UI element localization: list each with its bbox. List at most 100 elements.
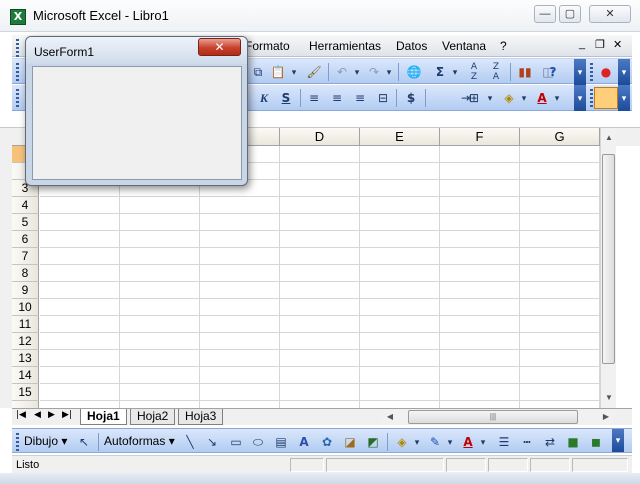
currency-button[interactable]: $ <box>401 88 421 108</box>
scroll-right-icon[interactable]: ▶ <box>600 410 612 424</box>
userform-window[interactable]: UserForm1 ✕ <box>25 36 248 186</box>
toolbar-grip[interactable] <box>16 89 19 107</box>
scroll-up-icon[interactable]: ▲ <box>601 130 617 146</box>
oval-icon[interactable]: ⬭ <box>248 432 268 452</box>
row-header[interactable]: 9 <box>12 282 39 299</box>
row-header[interactable]: 12 <box>12 333 39 350</box>
close-button[interactable]: ✕ <box>589 5 631 23</box>
line-color-icon[interactable]: ✎ <box>425 432 445 452</box>
scroll-down-icon[interactable]: ▼ <box>601 390 617 406</box>
align-left-icon[interactable]: ≡ <box>304 88 324 108</box>
dash-style-icon[interactable]: ┅ <box>517 432 537 452</box>
toolbar-grip[interactable] <box>16 433 19 451</box>
undo-dropdown[interactable]: ▾ <box>352 62 362 82</box>
sheet-tab-hoja2[interactable]: Hoja2 <box>130 409 176 425</box>
toolbar-grip[interactable] <box>590 89 593 107</box>
vertical-scrollbar[interactable]: ▲ ▼ <box>600 128 616 408</box>
grid-toggle-icon[interactable] <box>594 87 618 109</box>
row-header[interactable]: 13 <box>12 350 39 367</box>
sort-asc-icon[interactable]: AZ <box>464 62 484 82</box>
column-header-d[interactable]: D <box>280 128 360 146</box>
menu-datos[interactable]: Datos <box>396 39 427 53</box>
diagram-icon[interactable]: ✿ <box>317 432 337 452</box>
textbox-icon[interactable]: ▤ <box>271 432 291 452</box>
workbook-minimize-button[interactable]: _ <box>579 38 585 50</box>
fill-color-dropdown[interactable]: ▾ <box>412 432 422 452</box>
align-center-icon[interactable]: ≡ <box>327 88 347 108</box>
autosum-icon[interactable]: Σ <box>430 62 450 82</box>
font-color-icon[interactable]: A <box>458 432 478 452</box>
sheet-tab-hoja1[interactable]: Hoja1 <box>80 409 127 425</box>
autosum-dropdown[interactable]: ▾ <box>450 62 460 82</box>
clipart-icon[interactable]: ◪ <box>340 432 360 452</box>
userform-titlebar[interactable]: UserForm1 ✕ <box>26 37 247 64</box>
menu-ventana[interactable]: Ventana <box>442 39 486 53</box>
row-header[interactable]: 10 <box>12 299 39 316</box>
fill-color-icon[interactable]: ◈ <box>392 432 412 452</box>
toolbar-options-icon[interactable]: ▾ <box>618 85 630 111</box>
toolbar-grip[interactable] <box>590 63 593 81</box>
toolbar-grip[interactable] <box>16 63 19 81</box>
chart-wizard-icon[interactable]: ▮▮ <box>515 62 535 82</box>
last-sheet-icon[interactable]: ▶| <box>62 410 72 420</box>
menu-herramientas[interactable]: Herramientas <box>309 39 381 53</box>
userform-client-area[interactable] <box>32 66 242 180</box>
menu-help[interactable]: ? <box>500 39 507 53</box>
dibujo-menu[interactable]: Dibujo ▾ <box>24 434 67 448</box>
format-painter-icon[interactable]: 🖌 <box>304 62 324 82</box>
toolbar-options-icon[interactable]: ▾ <box>612 429 624 452</box>
row-header[interactable]: 11 <box>12 316 39 333</box>
arrow-icon[interactable]: ↘ <box>202 432 222 452</box>
row-header[interactable]: 15 <box>12 384 39 401</box>
line-style-icon[interactable]: ☰ <box>494 432 514 452</box>
row-header[interactable]: 14 <box>12 367 39 384</box>
toolbar-grip[interactable] <box>16 39 19 57</box>
column-header-f[interactable]: F <box>440 128 520 146</box>
next-sheet-icon[interactable]: ▶ <box>48 410 55 420</box>
horizontal-scroll-thumb[interactable]: ||| <box>408 410 578 424</box>
fill-color-dropdown[interactable]: ▾ <box>519 88 529 108</box>
3d-style-icon[interactable]: ◼ <box>586 432 606 452</box>
line-color-dropdown[interactable]: ▾ <box>445 432 455 452</box>
sort-desc-icon[interactable]: ZA <box>486 62 506 82</box>
workbook-close-button[interactable]: ✕ <box>613 38 622 51</box>
column-header-g[interactable]: G <box>520 128 600 146</box>
toolbar-options-icon[interactable]: ▾ <box>574 85 586 111</box>
record-macro-icon[interactable]: ● <box>596 62 616 82</box>
borders-dropdown[interactable]: ▾ <box>485 88 495 108</box>
line-icon[interactable]: ╲ <box>180 432 200 452</box>
align-right-icon[interactable]: ≡ <box>350 88 370 108</box>
rectangle-icon[interactable]: ▭ <box>226 432 246 452</box>
toolbar-options-icon[interactable]: ▾ <box>618 59 630 85</box>
row-header[interactable]: 7 <box>12 248 39 265</box>
autoformas-menu[interactable]: Autoformas ▾ <box>104 434 175 448</box>
userform-close-button[interactable]: ✕ <box>198 38 241 56</box>
workbook-restore-button[interactable]: ❐ <box>595 38 605 51</box>
redo-icon[interactable]: ↷ <box>364 62 384 82</box>
copy-icon[interactable]: ⧉ <box>248 62 268 82</box>
minimize-button[interactable]: — <box>534 5 556 23</box>
row-header-16[interactable] <box>12 401 39 408</box>
borders-icon[interactable]: ⊞ <box>464 88 484 108</box>
row-header[interactable]: 4 <box>12 197 39 214</box>
help-icon[interactable]: ? <box>543 62 563 82</box>
font-color-dropdown[interactable]: ▾ <box>552 88 562 108</box>
paste-dropdown[interactable]: ▾ <box>289 62 299 82</box>
first-sheet-icon[interactable]: |◀ <box>16 410 26 420</box>
paste-icon[interactable]: 📋 <box>268 62 288 82</box>
shadow-style-icon[interactable]: ■ <box>563 432 583 452</box>
wordart-icon[interactable]: A <box>294 432 314 452</box>
merge-center-icon[interactable]: ⊟ <box>373 88 393 108</box>
fill-color-icon[interactable]: ◈ <box>499 88 519 108</box>
arrow-style-icon[interactable]: ⇄ <box>540 432 560 452</box>
scroll-left-icon[interactable]: ◀ <box>384 410 396 424</box>
menu-formato[interactable]: Formato <box>245 39 290 53</box>
picture-icon[interactable]: ◩ <box>363 432 383 452</box>
redo-dropdown[interactable]: ▾ <box>384 62 394 82</box>
select-objects-icon[interactable]: ↖ <box>74 432 94 452</box>
row-header[interactable]: 8 <box>12 265 39 282</box>
prev-sheet-icon[interactable]: ◀ <box>34 410 41 420</box>
font-color-icon[interactable]: A <box>532 88 552 108</box>
font-color-dropdown[interactable]: ▾ <box>478 432 488 452</box>
horizontal-scrollbar[interactable]: ◀ ||| ▶ <box>382 410 614 424</box>
